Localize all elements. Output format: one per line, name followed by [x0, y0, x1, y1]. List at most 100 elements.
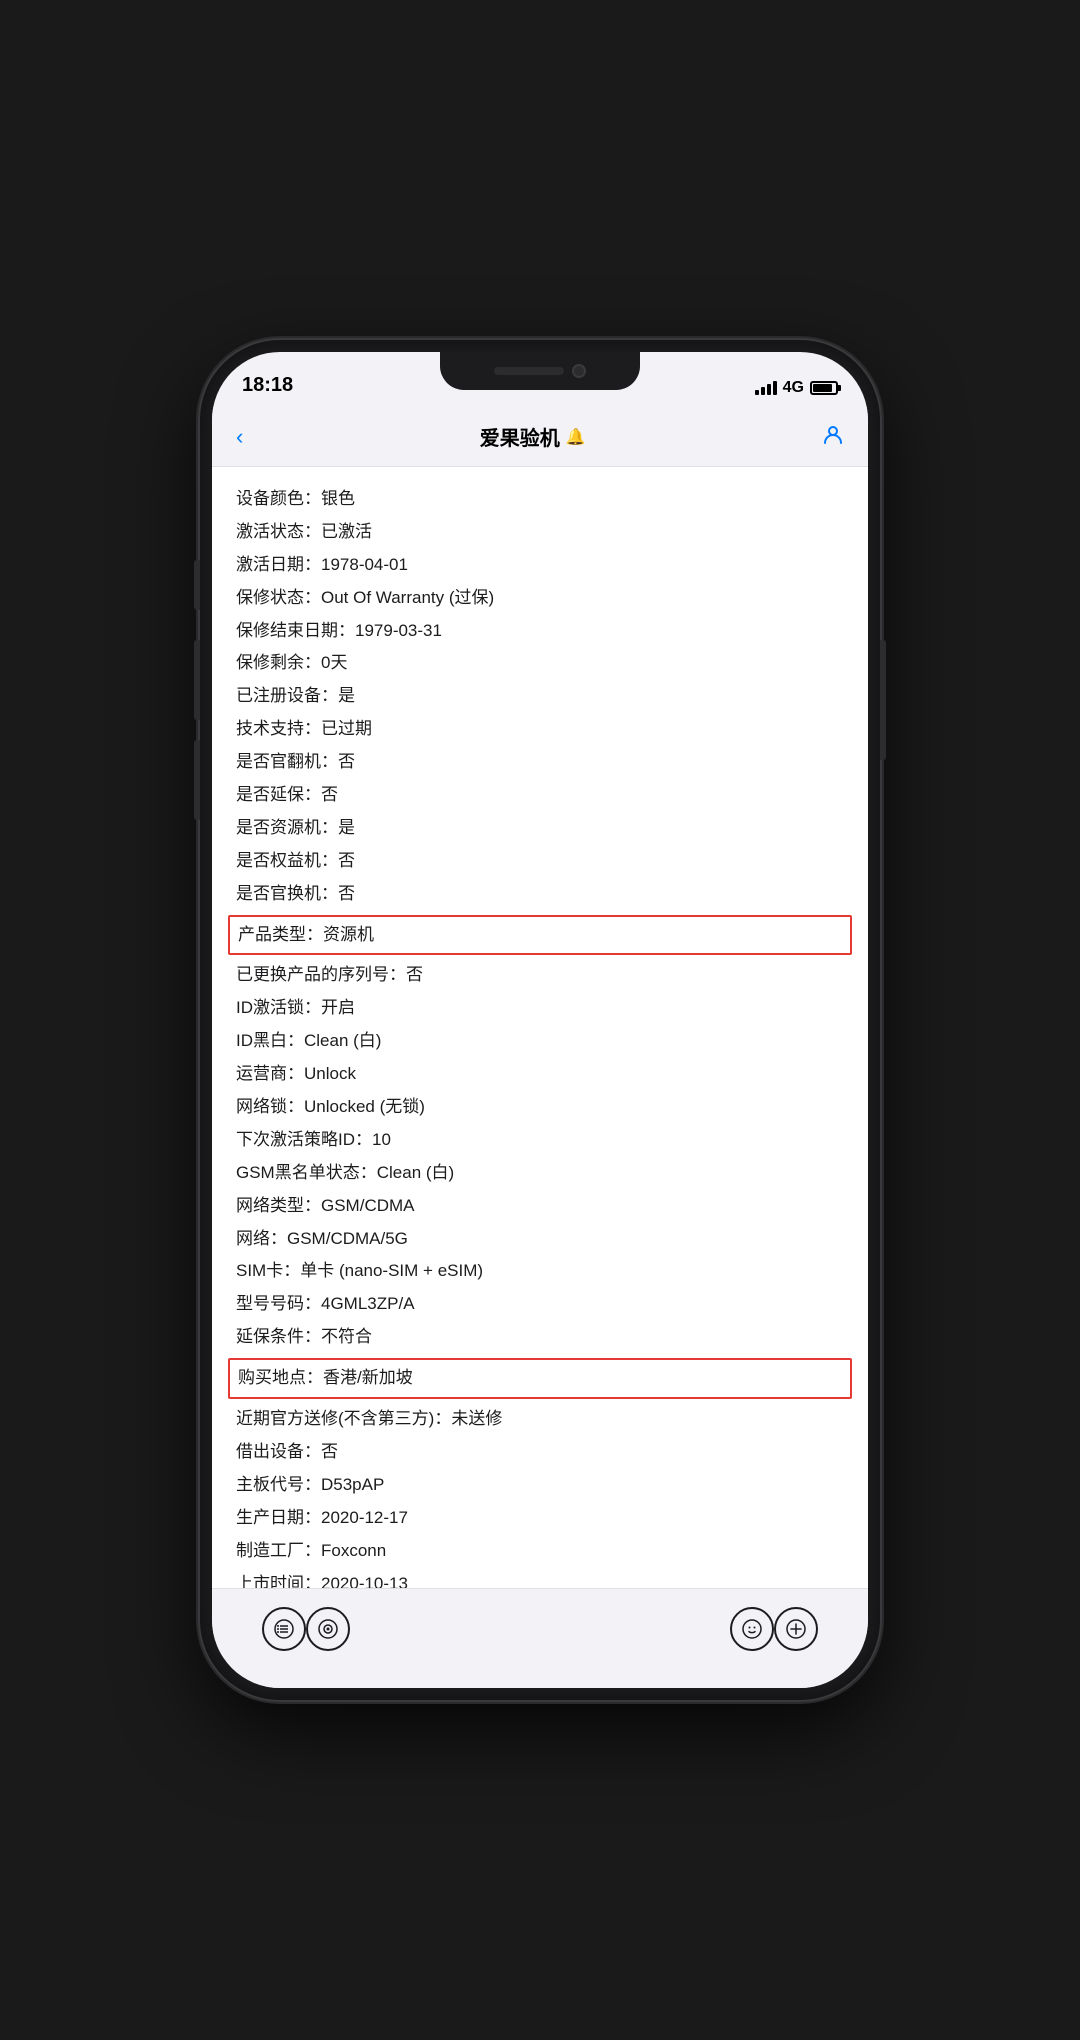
content-area[interactable]: 设备颜色：银色激活状态：已激活激活日期：1978-04-01保修状态：Out O… [212, 467, 868, 1588]
power-button [880, 640, 886, 760]
radio-button[interactable] [306, 1607, 350, 1651]
info-value-activation-date: 1978-04-01 [321, 555, 408, 574]
info-label-model-number: 型号号码： [236, 1294, 321, 1313]
info-value-equity-device: 否 [338, 851, 355, 870]
info-item-id-lock: ID激活锁：开启 [236, 992, 844, 1025]
info-item-id-blacklist: ID黑白：Clean (白) [236, 1025, 844, 1058]
info-label-equity-device: 是否权益机： [236, 851, 338, 870]
info-item-warranty-remain: 保修剩余：0天 [236, 647, 844, 680]
info-item-board-code: 主板代号：D53pAP [236, 1469, 844, 1502]
info-label-replacement-device: 是否官换机： [236, 884, 338, 903]
info-value-resource-device: 是 [338, 818, 355, 837]
plus-button[interactable] [774, 1607, 818, 1651]
info-item-warranty-status: 保修状态：Out Of Warranty (过保) [236, 582, 844, 615]
info-label-extended-warranty: 是否延保： [236, 785, 321, 804]
info-item-replacement-device: 是否官换机：否 [236, 878, 844, 911]
info-label-id-blacklist: ID黑白： [236, 1031, 304, 1050]
info-value-replacement-device: 否 [338, 884, 355, 903]
info-label-network: 网络： [236, 1229, 287, 1248]
signal-icon [755, 381, 777, 395]
info-value-official-repair: 未送修 [451, 1409, 502, 1428]
phone-frame: 18:18 4G ‹ 爱果验机 🔔 [200, 340, 880, 1700]
info-item-official-repair: 近期官方送修(不含第三方)：未送修 [236, 1403, 844, 1436]
notch [440, 352, 640, 390]
info-value-product-type: 资源机 [323, 925, 374, 944]
info-value-sim-card: 单卡 (nano-SIM + eSIM) [300, 1261, 483, 1280]
info-value-warranty-remain: 0天 [321, 653, 347, 672]
info-value-lend-device: 否 [321, 1442, 338, 1461]
info-label-network-type: 网络类型： [236, 1196, 321, 1215]
info-value-id-blacklist: Clean (白) [304, 1031, 381, 1050]
info-item-network-type: 网络类型：GSM/CDMA [236, 1190, 844, 1223]
emoji-button[interactable] [730, 1607, 774, 1651]
info-label-manufacture-date: 生产日期： [236, 1508, 321, 1527]
info-item-registered-device: 已注册设备：是 [236, 680, 844, 713]
info-label-next-activation: 下次激活策略ID： [236, 1130, 372, 1149]
info-label-gsm-blacklist: GSM黑名单状态： [236, 1163, 377, 1182]
info-label-warranty-status: 保修状态： [236, 588, 321, 607]
info-item-extended-warranty-condition: 延保条件：不符合 [236, 1321, 844, 1354]
info-item-product-type: 产品类型：资源机 [228, 915, 852, 956]
info-value-factory: Foxconn [321, 1541, 386, 1560]
info-label-factory: 制造工厂： [236, 1541, 321, 1560]
info-label-device-color: 设备颜色： [236, 489, 321, 508]
info-label-extended-warranty-condition: 延保条件： [236, 1327, 321, 1346]
info-item-next-activation: 下次激活策略ID：10 [236, 1124, 844, 1157]
info-value-model-number: 4GML3ZP/A [321, 1294, 415, 1313]
info-label-warranty-end: 保修结束日期： [236, 621, 355, 640]
info-label-tech-support: 技术支持： [236, 719, 321, 738]
info-item-manufacture-date: 生产日期：2020-12-17 [236, 1502, 844, 1535]
info-label-activation-date: 激活日期： [236, 555, 321, 574]
info-value-tech-support: 已过期 [321, 719, 372, 738]
info-label-replaced-serial: 已更换产品的序列号： [236, 965, 406, 984]
info-item-equity-device: 是否权益机：否 [236, 845, 844, 878]
info-item-extended-warranty: 是否延保：否 [236, 779, 844, 812]
nav-title-text: 爱果验机 [480, 422, 560, 451]
battery-fill [813, 384, 832, 392]
info-item-factory: 制造工厂：Foxconn [236, 1535, 844, 1568]
info-item-sim-card: SIM卡：单卡 (nano-SIM + eSIM) [236, 1255, 844, 1288]
info-value-id-lock: 开启 [321, 998, 355, 1017]
info-item-warranty-end: 保修结束日期：1979-03-31 [236, 615, 844, 648]
info-item-activation-status: 激活状态：已激活 [236, 516, 844, 549]
info-value-extended-warranty-condition: 不符合 [321, 1327, 372, 1346]
info-value-replaced-serial: 否 [406, 965, 423, 984]
back-button[interactable]: ‹ [236, 424, 243, 450]
volume-up-button [194, 640, 200, 720]
status-right: 4G [755, 379, 838, 399]
network-type-label: 4G [783, 379, 804, 397]
info-label-purchase-location: 购买地点： [238, 1368, 323, 1387]
toolbar [212, 1588, 868, 1688]
info-item-network: 网络：GSM/CDMA/5G [236, 1223, 844, 1256]
info-value-activation-status: 已激活 [321, 522, 372, 541]
info-item-activation-date: 激活日期：1978-04-01 [236, 549, 844, 582]
info-value-warranty-end: 1979-03-31 [355, 621, 442, 640]
info-value-warranty-status: Out Of Warranty (过保) [321, 588, 494, 607]
info-value-manufacture-date: 2020-12-17 [321, 1508, 408, 1527]
camera [572, 364, 586, 378]
info-list: 设备颜色：银色激活状态：已激活激活日期：1978-04-01保修状态：Out O… [212, 467, 868, 1588]
battery-icon [810, 381, 838, 395]
info-item-purchase-location: 购买地点：香港/新加坡 [228, 1358, 852, 1399]
info-label-network-lock: 网络锁： [236, 1097, 304, 1116]
list-button[interactable] [262, 1607, 306, 1651]
info-value-refurbished: 否 [338, 752, 355, 771]
info-item-tech-support: 技术支持：已过期 [236, 713, 844, 746]
info-value-release-date: 2020-10-13 [321, 1574, 408, 1589]
info-value-registered-device: 是 [338, 686, 355, 705]
speaker [494, 367, 564, 375]
info-value-carrier: Unlock [304, 1064, 356, 1083]
info-label-refurbished: 是否官翻机： [236, 752, 338, 771]
info-item-model-number: 型号号码：4GML3ZP/A [236, 1288, 844, 1321]
info-item-resource-device: 是否资源机：是 [236, 812, 844, 845]
info-label-official-repair: 近期官方送修(不含第三方)： [236, 1409, 451, 1428]
phone-screen: 18:18 4G ‹ 爱果验机 🔔 [212, 352, 868, 1688]
info-value-network: GSM/CDMA/5G [287, 1229, 408, 1248]
info-item-lend-device: 借出设备：否 [236, 1436, 844, 1469]
info-label-activation-status: 激活状态： [236, 522, 321, 541]
profile-button[interactable] [822, 423, 844, 451]
volume-down-button [194, 740, 200, 820]
info-value-network-lock: Unlocked (无锁) [304, 1097, 425, 1116]
info-item-refurbished: 是否官翻机：否 [236, 746, 844, 779]
info-label-release-date: 上市时间： [236, 1574, 321, 1589]
